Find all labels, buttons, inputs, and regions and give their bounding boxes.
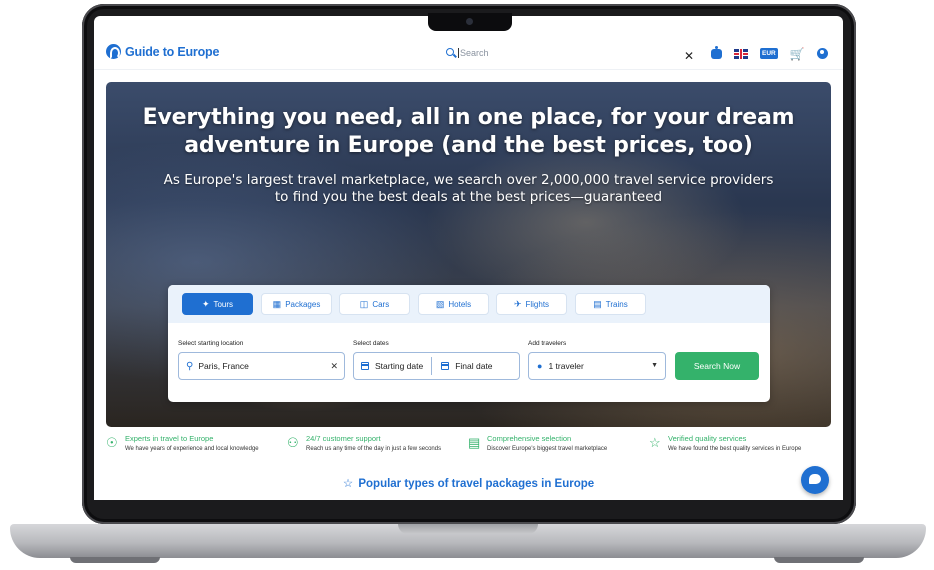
feature-item: ☉ Experts in travel to Europe We have ye…	[106, 434, 259, 452]
hero-subtitle-line2: to find you the best deals at the best p…	[274, 189, 663, 205]
close-icon[interactable]: ✕	[684, 49, 694, 63]
feature-item: ▤ Comprehensive selection Discover Europ…	[468, 434, 607, 452]
hero-banner: Everything you need, all in one place, f…	[106, 82, 831, 427]
logo-text: Guide to Europe	[125, 44, 220, 59]
tab-label: Flights	[525, 299, 550, 309]
star-icon: ☆	[649, 435, 661, 450]
calendar-icon	[440, 362, 450, 370]
tab-trains[interactable]: ▤ Trains	[575, 293, 646, 315]
laptop-foot-right	[774, 557, 864, 563]
location-field[interactable]: ⚲ Paris, France ✕	[178, 352, 345, 380]
calendar-icon	[360, 362, 369, 370]
laptop-hinge	[398, 524, 538, 534]
final-date-input[interactable]: Final date	[455, 361, 492, 371]
hiker-icon: ✦	[201, 298, 210, 309]
chevron-down-icon: ▼	[651, 362, 658, 369]
tab-tours[interactable]: ✦ Tours	[182, 293, 253, 315]
category-tabs: ✦ Tours ▦ Packages ◫ Cars ▧ Hotels ✈ Fli…	[168, 285, 770, 323]
tab-label: Tours	[213, 299, 234, 309]
dates-field[interactable]: Starting date Final date	[353, 352, 520, 380]
logo-icon	[106, 44, 121, 59]
search-bar[interactable]: Search	[446, 48, 489, 58]
feature-title: 24/7 customer support	[306, 434, 381, 443]
travelers-label: Add travelers	[528, 340, 567, 347]
travelers-select[interactable]: ● 1 traveler ▼	[528, 352, 666, 380]
hotel-icon: ▧	[435, 298, 445, 309]
search-now-button[interactable]: Search Now	[675, 352, 759, 380]
hero-subtitle: As Europe's largest travel marketplace, …	[106, 172, 831, 206]
car-icon: ◫	[359, 298, 369, 309]
tab-hotels[interactable]: ▧ Hotels	[418, 293, 489, 315]
plane-icon: ✈	[513, 298, 522, 309]
chat-button[interactable]	[801, 466, 829, 494]
header-actions: EUR 🛒	[711, 45, 828, 60]
user-icon[interactable]	[816, 48, 828, 59]
dates-label: Select dates	[353, 340, 389, 347]
star-icon: ☆	[342, 478, 354, 490]
cart-icon[interactable]: 🛒	[790, 48, 805, 60]
feature-desc: Reach us any time of the day in just a f…	[306, 446, 442, 452]
camera-icon	[466, 18, 473, 25]
hero-title-line1: Everything you need, all in one place, f…	[142, 105, 795, 130]
tab-label: Cars	[372, 299, 390, 309]
start-date-input[interactable]: Starting date	[375, 361, 423, 371]
support-icon: ⚇	[287, 435, 299, 450]
feature-title: Verified quality services	[668, 434, 747, 443]
pin-icon: ⚲	[186, 360, 194, 372]
laptop-foot-left	[70, 557, 160, 563]
currency-button[interactable]: EUR	[760, 48, 778, 59]
feature-item: ☆ Verified quality services We have foun…	[649, 434, 801, 452]
features-row: ☉ Experts in travel to Europe We have ye…	[94, 434, 843, 464]
uk-flag-icon[interactable]	[734, 48, 748, 59]
hero-subtitle-line1: As Europe's largest travel marketplace, …	[163, 172, 774, 188]
tab-packages[interactable]: ▦ Packages	[261, 293, 332, 315]
search-icon	[446, 48, 456, 58]
location-value: Paris, France	[198, 361, 249, 371]
hero-title: Everything you need, all in one place, f…	[106, 104, 831, 160]
popular-heading-text: Popular types of travel packages in Euro…	[358, 478, 595, 490]
tab-label: Packages	[285, 299, 321, 309]
catalog-icon: ▤	[468, 435, 481, 450]
location-label: Select starting location	[178, 340, 244, 347]
feature-title: Experts in travel to Europe	[125, 434, 214, 443]
map-icon: ▦	[272, 298, 282, 309]
camera-notch	[428, 13, 512, 31]
hero-title-line2: adventure in Europe (and the best prices…	[184, 133, 753, 158]
search-input[interactable]: Search	[458, 48, 489, 58]
feature-title: Comprehensive selection	[487, 434, 572, 443]
tab-cars[interactable]: ◫ Cars	[339, 293, 410, 315]
tab-label: Trains	[605, 299, 628, 309]
booking-panel: ✦ Tours ▦ Packages ◫ Cars ▧ Hotels ✈ Fli…	[168, 285, 770, 402]
feature-desc: We have years of experience and local kn…	[125, 446, 259, 452]
tab-flights[interactable]: ✈ Flights	[496, 293, 567, 315]
browser-screen: Guide to Europe Search ✕ EUR 🛒 Everythin…	[94, 16, 843, 500]
logo[interactable]: Guide to Europe	[106, 44, 219, 59]
clear-icon[interactable]: ✕	[330, 361, 338, 372]
date-divider	[431, 357, 433, 375]
compass-icon: ☉	[106, 435, 118, 450]
feature-desc: We have found the best quality services …	[668, 446, 802, 452]
travelers-value: 1 traveler	[548, 361, 584, 371]
tab-label: Hotels	[448, 299, 472, 309]
robot-icon[interactable]	[711, 45, 722, 59]
popular-heading: ☆ Popular types of travel packages in Eu…	[94, 476, 843, 490]
person-icon: ●	[537, 361, 543, 371]
train-icon: ▤	[593, 298, 602, 309]
feature-item: ⚇ 24/7 customer support Reach us any tim…	[287, 434, 441, 452]
feature-desc: Discover Europe's biggest travel marketp…	[487, 446, 608, 452]
